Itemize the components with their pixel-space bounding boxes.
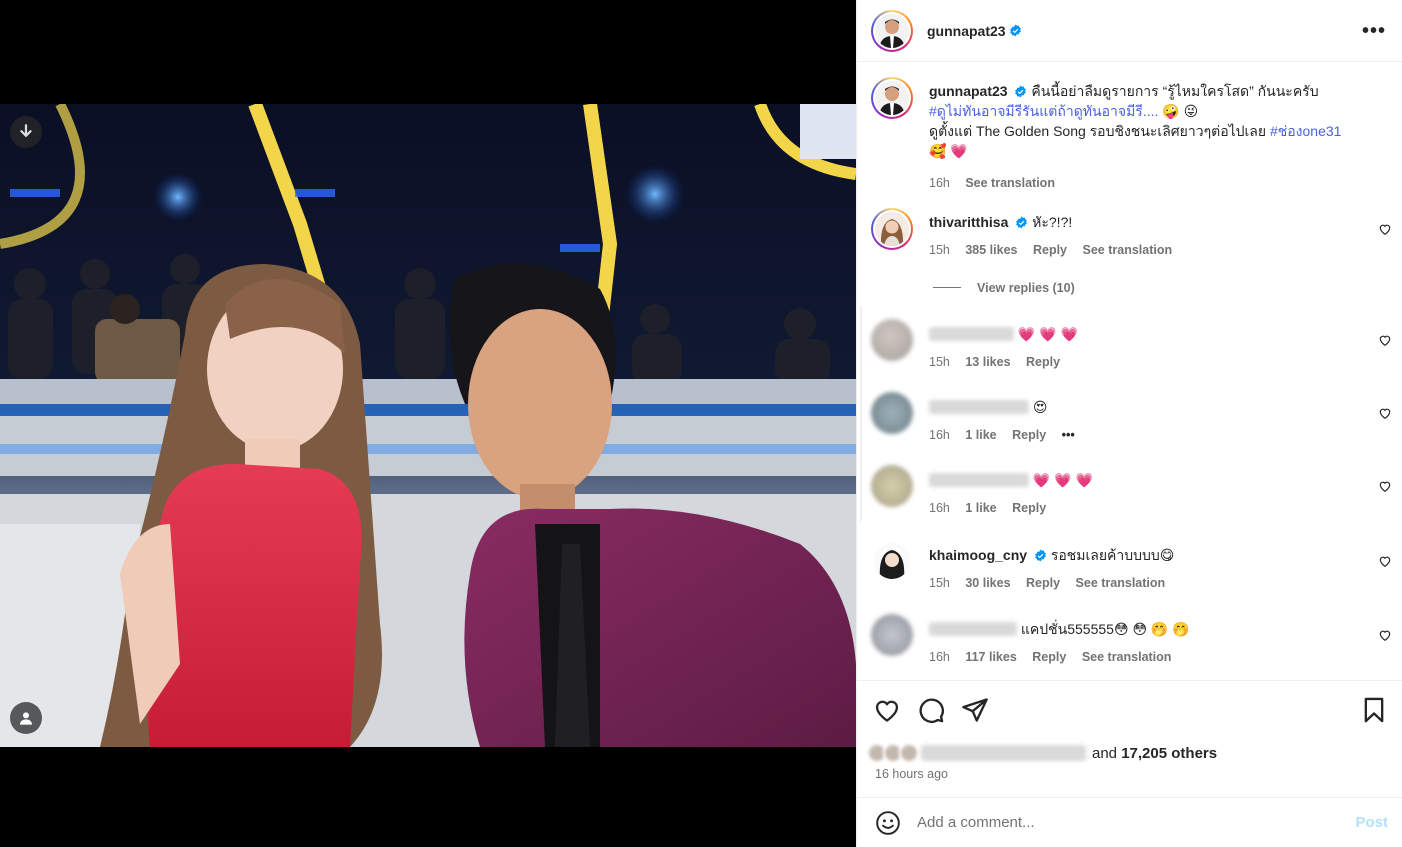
reply-username-blurred[interactable] bbox=[929, 473, 1029, 487]
verified-badge-icon bbox=[1009, 24, 1021, 37]
reply-item: 💗 💗 💗 15h 13 likes Reply bbox=[871, 319, 1392, 372]
comment-time: 15h bbox=[929, 576, 950, 590]
emoji-smiley-icon[interactable] bbox=[875, 810, 901, 836]
comment-input[interactable] bbox=[917, 814, 1356, 831]
caption-time: 16h bbox=[929, 176, 950, 190]
post-side-panel: gunnapat23 ••• gunnapat23 คืนนี้อย่าลืมด… bbox=[856, 0, 1402, 847]
post-media[interactable] bbox=[0, 0, 856, 847]
caption-hashtag-2[interactable]: #ช่องone31 bbox=[1270, 123, 1341, 139]
share-paper-plane-icon[interactable] bbox=[961, 696, 989, 724]
reply-text: 💗 💗 💗 bbox=[1032, 472, 1093, 488]
comment-bubble-icon[interactable] bbox=[917, 696, 945, 724]
comment-likes[interactable]: 385 likes bbox=[965, 243, 1017, 257]
caption-emoji-1: 🤪 😜 bbox=[1162, 103, 1199, 119]
caption-line-2: ดูตั้งแต่ The Golden Song รอบชิงชนะเลิศย… bbox=[929, 123, 1267, 139]
author-username[interactable]: gunnapat23 bbox=[927, 23, 1006, 39]
caption-avatar[interactable] bbox=[871, 77, 913, 119]
like-comment-icon[interactable] bbox=[1378, 222, 1392, 236]
reply-likes[interactable]: 1 like bbox=[965, 501, 996, 515]
reply-likes[interactable]: 13 likes bbox=[965, 355, 1010, 369]
like-comment-icon[interactable] bbox=[1378, 333, 1392, 347]
reply-time: 15h bbox=[929, 355, 950, 369]
reply-button[interactable]: Reply bbox=[1012, 501, 1046, 515]
reply-likes[interactable]: 1 like bbox=[965, 428, 996, 442]
like-comment-icon[interactable] bbox=[1378, 479, 1392, 493]
caption-username[interactable]: gunnapat23 bbox=[929, 83, 1008, 99]
comment-more-icon[interactable]: ••• bbox=[1062, 428, 1075, 442]
post-actions: and 17,205 others 16 hours ago bbox=[857, 680, 1402, 797]
like-comment-icon[interactable] bbox=[1378, 406, 1392, 420]
post-time-ago: 16 hours ago bbox=[875, 767, 948, 781]
verified-badge-icon bbox=[1015, 85, 1027, 98]
author-avatar[interactable] bbox=[871, 9, 913, 52]
reply-username-blurred[interactable] bbox=[929, 400, 1029, 414]
reply-button[interactable]: Reply bbox=[1032, 650, 1066, 664]
post-photo bbox=[0, 104, 856, 747]
comment-avatar[interactable] bbox=[871, 208, 913, 250]
reply-thread-line bbox=[860, 306, 862, 521]
reply-text: 💗 💗 💗 bbox=[1017, 326, 1078, 342]
see-translation-button[interactable]: See translation bbox=[1076, 576, 1166, 590]
view-replies-button[interactable]: View replies (10) bbox=[933, 281, 1075, 295]
more-options-icon[interactable]: ••• bbox=[1362, 21, 1386, 41]
reply-button[interactable]: Reply bbox=[1012, 428, 1046, 442]
add-comment-bar: Post bbox=[857, 797, 1402, 847]
verified-badge-icon bbox=[1016, 216, 1028, 229]
comment-item: khaimoog_cny รอชมเลยค้าบบบบ😋 15h 30 like… bbox=[871, 540, 1392, 593]
reply-avatar[interactable] bbox=[871, 319, 913, 361]
comment-avatar[interactable] bbox=[874, 543, 910, 579]
see-translation-button[interactable]: See translation bbox=[1083, 243, 1173, 257]
reply-time: 16h bbox=[929, 501, 950, 515]
reply-time: 16h bbox=[929, 428, 950, 442]
likes-summary[interactable]: and 17,205 others bbox=[867, 743, 1217, 763]
comment-time: 16h bbox=[929, 650, 950, 664]
reply-item: 💗 💗 💗 16h 1 like Reply bbox=[871, 465, 1392, 518]
comments-list: gunnapat23 คืนนี้อย่าลืมดูรายการ “รู้ไหม… bbox=[857, 63, 1402, 680]
comment-avatar[interactable] bbox=[871, 614, 913, 656]
caption-line-1: คืนนี้อย่าลืมดูรายการ “รู้ไหมใครโสด” กัน… bbox=[1031, 83, 1319, 99]
reply-item: 😍 16h 1 like Reply ••• bbox=[871, 392, 1392, 445]
comment-username-blurred[interactable] bbox=[929, 622, 1017, 636]
reply-avatar[interactable] bbox=[871, 465, 913, 507]
post-header: gunnapat23 ••• bbox=[857, 0, 1402, 62]
like-comment-icon[interactable] bbox=[1378, 554, 1392, 568]
comment-username[interactable]: khaimoog_cny bbox=[929, 547, 1027, 563]
see-translation-button[interactable]: See translation bbox=[1082, 650, 1172, 664]
comment-likes[interactable]: 30 likes bbox=[965, 576, 1010, 590]
likes-and-text: and bbox=[1092, 744, 1118, 762]
reply-button[interactable]: Reply bbox=[1033, 243, 1067, 257]
caption-emoji-2: 🥰 💗 bbox=[929, 143, 968, 159]
comment-username[interactable]: thivaritthisa bbox=[929, 214, 1008, 230]
likes-count[interactable]: 17,205 others bbox=[1121, 745, 1217, 762]
reply-button[interactable]: Reply bbox=[1026, 576, 1060, 590]
comment-likes[interactable]: 117 likes bbox=[965, 650, 1016, 664]
like-comment-icon[interactable] bbox=[1378, 628, 1392, 642]
caption-see-translation[interactable]: See translation bbox=[965, 176, 1055, 190]
liker-avatars bbox=[867, 743, 919, 763]
comment-item: แคปชั่น555555😳 😳 🤭 🤭 16h 117 likes Reply… bbox=[871, 614, 1392, 667]
save-bookmark-icon[interactable] bbox=[1360, 696, 1388, 724]
like-heart-icon[interactable] bbox=[873, 696, 901, 724]
comment-item: thivaritthisa หัะ?!?! 15h 385 likes Repl… bbox=[871, 208, 1392, 260]
reply-button[interactable]: Reply bbox=[1026, 355, 1060, 369]
post-comment-button[interactable]: Post bbox=[1355, 814, 1388, 831]
verified-badge-icon bbox=[1035, 549, 1046, 562]
post-caption: gunnapat23 คืนนี้อย่าลืมดูรายการ “รู้ไหม… bbox=[871, 77, 1392, 193]
download-icon[interactable] bbox=[10, 116, 42, 148]
comment-text: หัะ?!?! bbox=[1032, 214, 1073, 230]
liker-names-blurred bbox=[921, 745, 1086, 761]
comment-text: แคปชั่น555555😳 😳 🤭 🤭 bbox=[1020, 621, 1190, 637]
reply-text: 😍 bbox=[1032, 399, 1048, 415]
comment-text: รอชมเลยค้าบบบบ😋 bbox=[1050, 547, 1175, 563]
tagged-user-icon[interactable] bbox=[10, 702, 42, 734]
view-replies-line bbox=[933, 287, 961, 288]
reply-avatar[interactable] bbox=[871, 392, 913, 434]
comment-time: 15h bbox=[929, 243, 950, 257]
caption-hashtag-1[interactable]: #ดูไม่ทันอาจมีรีรันแต่ถ้าดูทันอาจมีรี...… bbox=[929, 103, 1158, 119]
reply-username-blurred[interactable] bbox=[929, 327, 1014, 341]
